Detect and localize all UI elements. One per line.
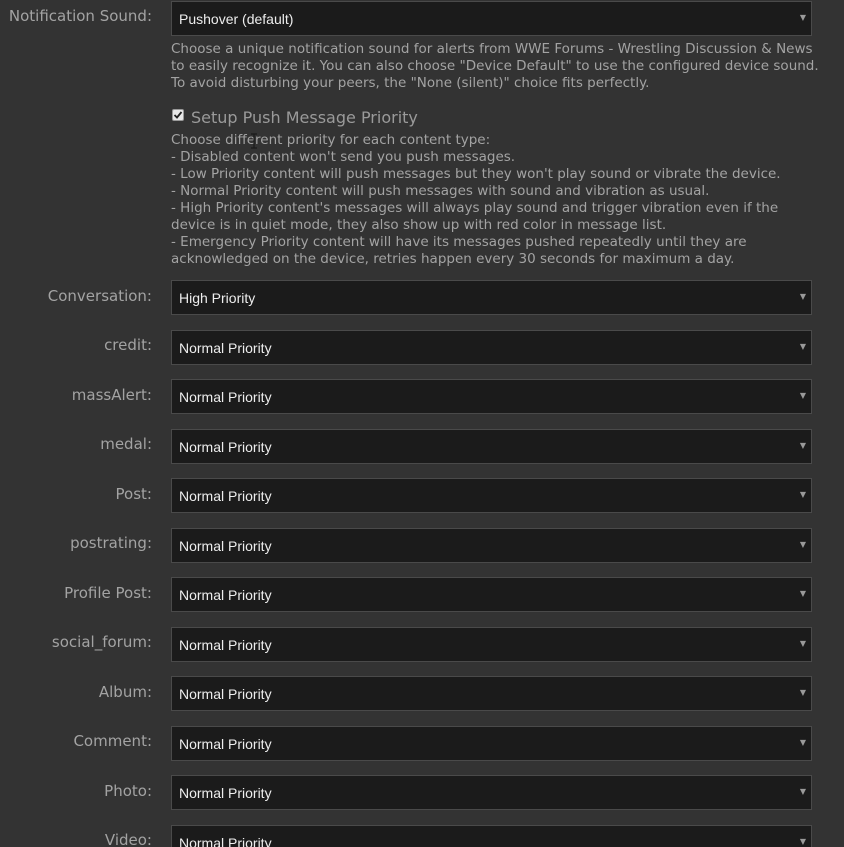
content-type-label: Comment:	[73, 732, 152, 750]
content-type-label: Post:	[115, 485, 152, 503]
help-line: - Normal Priority content will push mess…	[171, 183, 710, 199]
priority-help: Choose different priority for each conte…	[171, 132, 821, 268]
content-type-label: social_forum:	[51, 633, 152, 651]
priority-select-value: Normal Priority	[179, 439, 272, 455]
priority-setup-checkbox[interactable]	[172, 109, 184, 121]
priority-select-value: Normal Priority	[179, 538, 272, 554]
priority-select-value: Normal Priority	[179, 389, 272, 405]
caret-down-icon: ▼	[799, 738, 806, 747]
priority-select-video[interactable]: Normal Priority ▼	[171, 825, 812, 847]
content-type-label: postrating:	[70, 534, 152, 552]
checkmark-icon	[173, 111, 183, 119]
content-type-label: Profile Post:	[64, 584, 152, 602]
priority-select-value: High Priority	[179, 290, 256, 306]
caret-down-icon: ▼	[799, 787, 806, 796]
caret-down-icon: ▼	[799, 837, 806, 846]
priority-select-comment[interactable]: Normal Priority ▼	[171, 726, 812, 761]
help-line: - Disabled content won't send you push m…	[171, 149, 516, 165]
help-line: - Emergency Priority content will have i…	[171, 234, 747, 250]
priority-select-social-forum[interactable]: Normal Priority ▼	[171, 627, 812, 662]
notification-sound-help: Choose a unique notification sound for a…	[171, 41, 821, 92]
priority-select-value: Normal Priority	[179, 340, 272, 356]
caret-down-icon: ▼	[799, 292, 806, 301]
content-type-label: Photo:	[104, 782, 152, 800]
priority-select-massalert[interactable]: Normal Priority ▼	[171, 379, 812, 414]
help-line: - Low Priority content will push message…	[171, 166, 781, 182]
content-type-label: credit:	[104, 336, 152, 354]
content-type-label: massAlert:	[71, 386, 152, 404]
priority-select-album[interactable]: Normal Priority ▼	[171, 676, 812, 711]
help-line: Choose a unique notification sound for a…	[171, 41, 813, 57]
priority-select-value: Normal Priority	[179, 587, 272, 603]
notification-sound-value: Pushover (default)	[179, 11, 294, 27]
help-line: device is in quiet mode, they also show …	[171, 217, 667, 233]
content-type-label: medal:	[100, 435, 152, 453]
priority-select-value: Normal Priority	[179, 785, 272, 801]
help-line: acknowledged on the device, retries happ…	[171, 251, 735, 267]
help-line: To avoid disturbing your peers, the "Non…	[171, 75, 650, 91]
priority-select-photo[interactable]: Normal Priority ▼	[171, 775, 812, 810]
priority-select-value: Normal Priority	[179, 835, 272, 847]
caret-down-icon: ▼	[799, 13, 806, 22]
caret-down-icon: ▼	[799, 589, 806, 598]
caret-down-icon: ▼	[799, 688, 806, 697]
content-type-label: Album:	[98, 683, 152, 701]
caret-down-icon: ▼	[799, 490, 806, 499]
caret-down-icon: ▼	[799, 639, 806, 648]
priority-select-value: Normal Priority	[179, 488, 272, 504]
content-type-label: Video:	[104, 831, 152, 847]
priority-select-medal[interactable]: Normal Priority ▼	[171, 429, 812, 464]
priority-select-post[interactable]: Normal Priority ▼	[171, 478, 812, 513]
priority-select-credit[interactable]: Normal Priority ▼	[171, 330, 812, 365]
caret-down-icon: ▼	[799, 441, 806, 450]
priority-select-value: Normal Priority	[179, 686, 272, 702]
priority-setup-label[interactable]: Setup Push Message Priority	[191, 108, 418, 128]
text-cursor-icon	[251, 133, 257, 149]
caret-down-icon: ▼	[799, 391, 806, 400]
content-type-label: Conversation:	[47, 287, 152, 305]
help-line: Choose different priority for each conte…	[171, 132, 491, 148]
caret-down-icon: ▼	[799, 342, 806, 351]
priority-select-value: Normal Priority	[179, 637, 272, 653]
notification-sound-label: Notification Sound:	[8, 7, 152, 25]
priority-select-postrating[interactable]: Normal Priority ▼	[171, 528, 812, 563]
caret-down-icon: ▼	[799, 540, 806, 549]
priority-select-profile-post[interactable]: Normal Priority ▼	[171, 577, 812, 612]
priority-select-value: Normal Priority	[179, 736, 272, 752]
help-line: - High Priority content's messages will …	[171, 200, 779, 216]
push-notification-settings: Notification Sound: Pushover (default) ▼…	[0, 0, 844, 847]
priority-select-conversation[interactable]: High Priority ▼	[171, 280, 812, 315]
help-line: to easily recognize it. You can also cho…	[171, 58, 819, 74]
notification-sound-select[interactable]: Pushover (default) ▼	[171, 1, 812, 36]
